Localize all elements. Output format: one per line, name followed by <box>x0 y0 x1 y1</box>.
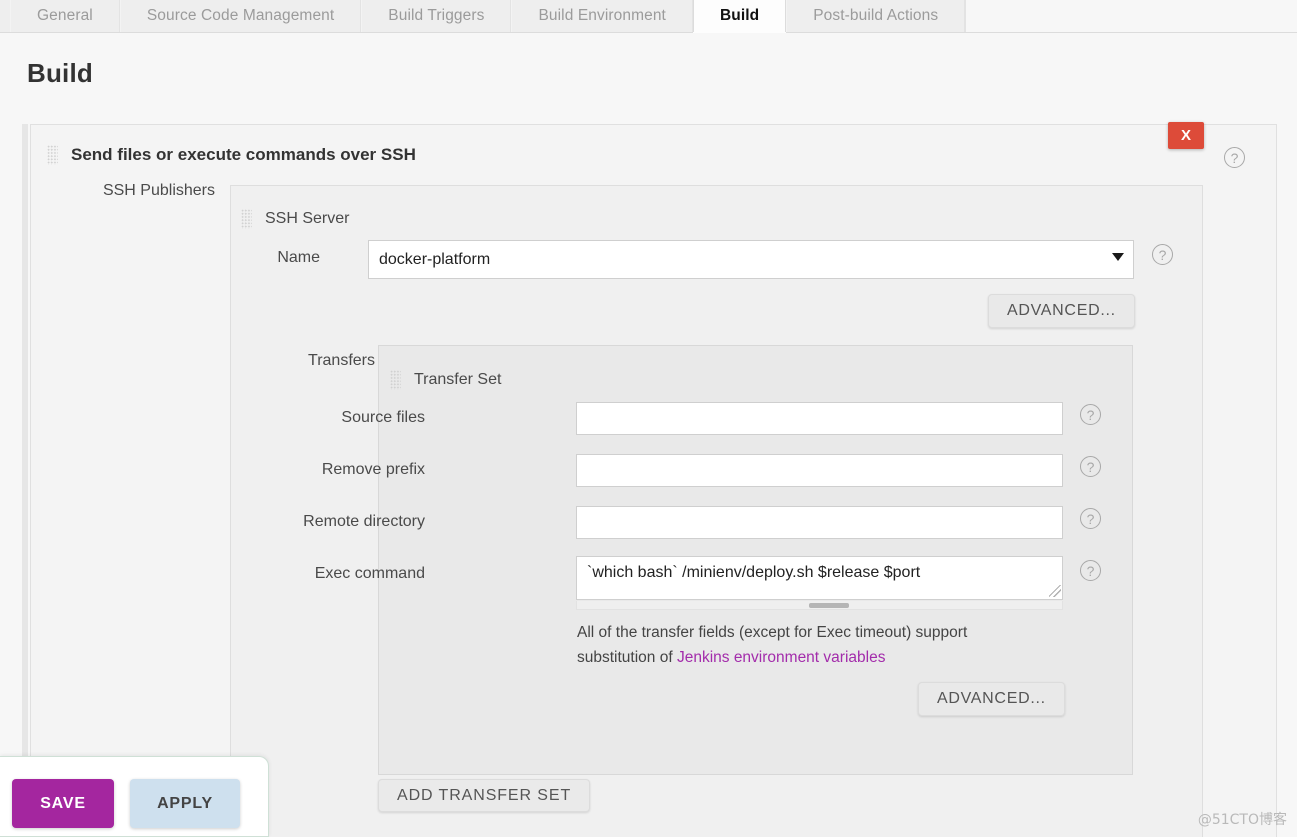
remote-directory-label: Remote directory <box>240 513 425 531</box>
delete-builder-button[interactable]: X <box>1168 122 1204 149</box>
ssh-publishers-label: SSH Publishers <box>30 182 215 200</box>
help-icon[interactable]: ? <box>1080 456 1101 477</box>
remove-prefix-input[interactable] <box>576 454 1063 487</box>
drag-handle-icon[interactable] <box>47 145 58 165</box>
tab-build[interactable]: Build <box>693 0 786 32</box>
builder-drag-strip[interactable] <box>22 124 28 837</box>
ssh-server-name-select[interactable]: docker-platform <box>368 240 1134 279</box>
tab-source-code-management[interactable]: Source Code Management <box>120 0 361 32</box>
tab-build-environment[interactable]: Build Environment <box>511 0 693 32</box>
add-transfer-set-button[interactable]: ADD TRANSFER SET <box>378 779 590 812</box>
remove-prefix-label: Remove prefix <box>240 461 425 479</box>
help-icon[interactable]: ? <box>1152 244 1173 265</box>
tab-bar-filler <box>965 0 1297 32</box>
form-action-bar: SAVE APPLY <box>0 756 269 837</box>
help-icon[interactable]: ? <box>1224 147 1245 168</box>
ssh-builder-header: Send files or execute commands over SSH <box>31 125 1276 185</box>
transfer-set-header: Transfer Set <box>390 370 501 390</box>
tab-post-build-actions[interactable]: Post-build Actions <box>786 0 965 32</box>
drag-handle-icon[interactable] <box>390 370 401 390</box>
ssh-builder-title: Send files or execute commands over SSH <box>71 145 416 165</box>
apply-button[interactable]: APPLY <box>130 779 240 828</box>
tab-bar-spacer <box>0 0 10 32</box>
config-tab-bar: General Source Code Management Build Tri… <box>0 0 1297 33</box>
transfer-advanced-button[interactable]: ADVANCED... <box>918 682 1065 716</box>
jenkins-environment-variables-link[interactable]: Jenkins environment variables <box>677 649 886 666</box>
exec-command-scrollbar[interactable] <box>576 601 1063 610</box>
watermark: @51CTO博客 <box>1198 809 1287 829</box>
transfer-set-title: Transfer Set <box>414 371 501 389</box>
save-button[interactable]: SAVE <box>12 779 114 828</box>
source-files-input[interactable] <box>576 402 1063 435</box>
ssh-server-header: SSH Server <box>241 209 349 229</box>
name-label: Name <box>180 249 320 267</box>
remote-directory-input[interactable] <box>576 506 1063 539</box>
help-icon[interactable]: ? <box>1080 508 1101 529</box>
exec-command-label: Exec command <box>240 565 425 583</box>
transfer-fields-note: All of the transfer fields (except for E… <box>577 620 1047 670</box>
source-files-label: Source files <box>240 409 425 427</box>
exec-command-textarea[interactable] <box>576 556 1063 600</box>
drag-handle-icon[interactable] <box>241 209 252 229</box>
chevron-down-icon[interactable] <box>1112 253 1124 261</box>
transfers-label: Transfers <box>240 352 375 370</box>
help-icon[interactable]: ? <box>1080 560 1101 581</box>
help-icon[interactable]: ? <box>1080 404 1101 425</box>
tab-general[interactable]: General <box>10 0 120 32</box>
page-title: Build <box>27 58 93 89</box>
scrollbar-thumb[interactable] <box>809 603 849 608</box>
server-advanced-button[interactable]: ADVANCED... <box>988 294 1135 328</box>
tab-build-triggers[interactable]: Build Triggers <box>361 0 511 32</box>
ssh-server-title: SSH Server <box>265 210 349 228</box>
